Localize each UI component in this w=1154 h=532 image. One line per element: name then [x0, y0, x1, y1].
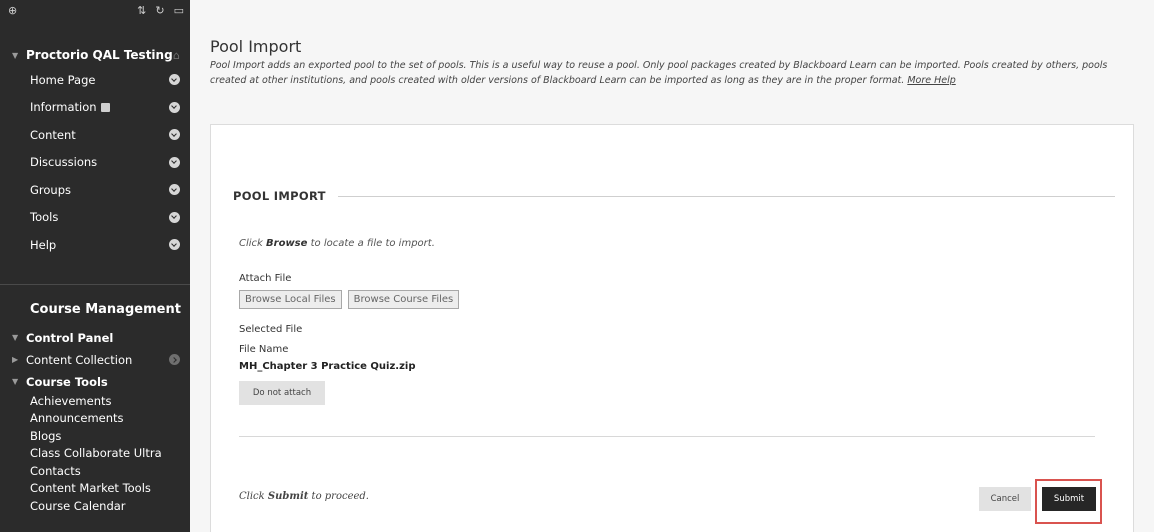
sort-icon[interactable]: ⇅ — [137, 0, 146, 22]
collapse-caret-icon[interactable]: ▼ — [12, 51, 26, 60]
main-content: Pool Import Pool Import adds an exported… — [190, 0, 1154, 532]
instruction-suffix: to locate a file to import. — [307, 238, 435, 249]
add-icon[interactable]: ⊕ — [8, 0, 17, 22]
menu-item-label: Help — [30, 237, 57, 252]
step-title-row: POOL IMPORT — [233, 189, 1115, 203]
course-management-heading: Course Management — [30, 301, 181, 317]
description-text: Pool Import adds an exported pool to the… — [210, 60, 1108, 86]
panel-divider — [239, 436, 1095, 437]
menu-item-label: Groups — [30, 182, 72, 197]
chevron-down-icon[interactable] — [169, 129, 180, 141]
chevron-down-icon[interactable] — [169, 239, 180, 251]
course-menu: Home Page Information Content Discussion… — [0, 66, 190, 259]
course-tools-list: Achievements Announcements Blogs Class C… — [0, 393, 190, 516]
browse-local-files-button[interactable]: Browse Local Files — [239, 290, 342, 309]
chevron-down-icon[interactable] — [169, 156, 180, 168]
instruction-bold: Browse — [266, 238, 308, 249]
browse-instruction: Click Browse to locate a file to import. — [239, 238, 435, 249]
home-icon[interactable]: ⌂ — [173, 49, 180, 62]
browse-course-files-button[interactable]: Browse Course Files — [347, 290, 460, 309]
file-name-value: MH_Chapter 3 Practice Quiz.zip — [239, 361, 416, 372]
refresh-icon[interactable]: ↻ — [155, 0, 164, 22]
attach-file-label: Attach File — [239, 273, 292, 284]
pool-import-panel: POOL IMPORT Click Browse to locate a fil… — [210, 124, 1134, 532]
browse-buttons: Browse Local Files Browse Course Files — [239, 290, 460, 309]
submit-button[interactable]: Submit — [1042, 487, 1096, 511]
cancel-button[interactable]: Cancel — [979, 487, 1031, 511]
do-not-attach-button[interactable]: Do not attach — [239, 381, 325, 405]
menu-item-label: Discussions — [30, 155, 98, 170]
menu-item-label: Content — [30, 127, 76, 142]
selected-file-label: Selected File — [239, 324, 303, 335]
tool-link-content-market-tools[interactable]: Content Market Tools — [30, 480, 190, 498]
control-panel-label: Control Panel — [26, 330, 114, 345]
course-title[interactable]: Proctorio QAL Testing — [26, 48, 173, 62]
collapse-caret-icon[interactable]: ▼ — [12, 377, 26, 386]
folder-view-icon[interactable]: ▭ — [174, 0, 184, 22]
expand-caret-icon[interactable]: ▶ — [12, 355, 26, 364]
tool-link-contacts[interactable]: Contacts — [30, 463, 190, 481]
tool-link-achievements[interactable]: Achievements — [30, 393, 190, 411]
menu-item-tools[interactable]: Tools — [0, 204, 190, 232]
sidebar-toolbar: ⊕ ⇅ ↻ ▭ — [0, 0, 190, 22]
more-help-link[interactable]: More Help — [907, 75, 955, 86]
menu-item-information[interactable]: Information — [0, 94, 190, 122]
chevron-right-icon[interactable] — [169, 354, 180, 365]
proceed-bold: Submit — [267, 491, 309, 502]
tool-link-class-collaborate-ultra[interactable]: Class Collaborate Ultra — [30, 445, 190, 463]
menu-item-discussions[interactable]: Discussions — [0, 149, 190, 177]
page-description: Pool Import adds an exported pool to the… — [210, 58, 1140, 88]
chevron-down-icon[interactable] — [169, 74, 180, 86]
course-tools-label: Course Tools — [26, 374, 108, 389]
submit-highlight-box: Submit — [1035, 479, 1102, 524]
file-name-label: File Name — [239, 344, 289, 355]
course-sidebar: ⊕ ⇅ ↻ ▭ ▼ Proctorio QAL Testing ⌂ Home P… — [0, 0, 190, 532]
page-title: Pool Import — [210, 37, 302, 56]
content-collection-label: Content Collection — [26, 352, 133, 367]
step-divider — [337, 195, 1115, 197]
menu-item-label: Home Page — [30, 72, 96, 87]
menu-item-groups[interactable]: Groups — [0, 176, 190, 204]
step-title: POOL IMPORT — [233, 189, 326, 203]
chevron-down-icon[interactable] — [169, 211, 180, 223]
instruction-prefix: Click — [239, 238, 267, 249]
chevron-down-icon[interactable] — [169, 184, 180, 196]
proceed-suffix: to proceed. — [308, 491, 369, 502]
menu-item-label: Information — [30, 100, 97, 115]
chevron-down-icon[interactable] — [169, 101, 180, 113]
tool-link-blogs[interactable]: Blogs — [30, 428, 190, 446]
menu-item-label: Tools — [30, 210, 59, 225]
tool-link-course-calendar[interactable]: Course Calendar — [30, 498, 190, 516]
menu-item-content[interactable]: Content — [0, 121, 190, 149]
content-collection-row[interactable]: ▶ Content Collection — [0, 349, 190, 371]
proceed-prefix: Click — [239, 491, 268, 502]
course-title-row[interactable]: ▼ Proctorio QAL Testing ⌂ — [0, 44, 190, 66]
submit-instruction: Click Submit to proceed. — [239, 491, 369, 502]
menu-item-home-page[interactable]: Home Page — [0, 66, 190, 94]
control-panel-row[interactable]: ▼ Control Panel — [0, 327, 190, 349]
course-tools-row[interactable]: ▼ Course Tools — [0, 371, 190, 393]
content-badge-icon — [100, 103, 110, 113]
collapse-caret-icon[interactable]: ▼ — [12, 333, 26, 342]
menu-item-help[interactable]: Help — [0, 231, 190, 259]
tool-link-announcements[interactable]: Announcements — [30, 410, 190, 428]
